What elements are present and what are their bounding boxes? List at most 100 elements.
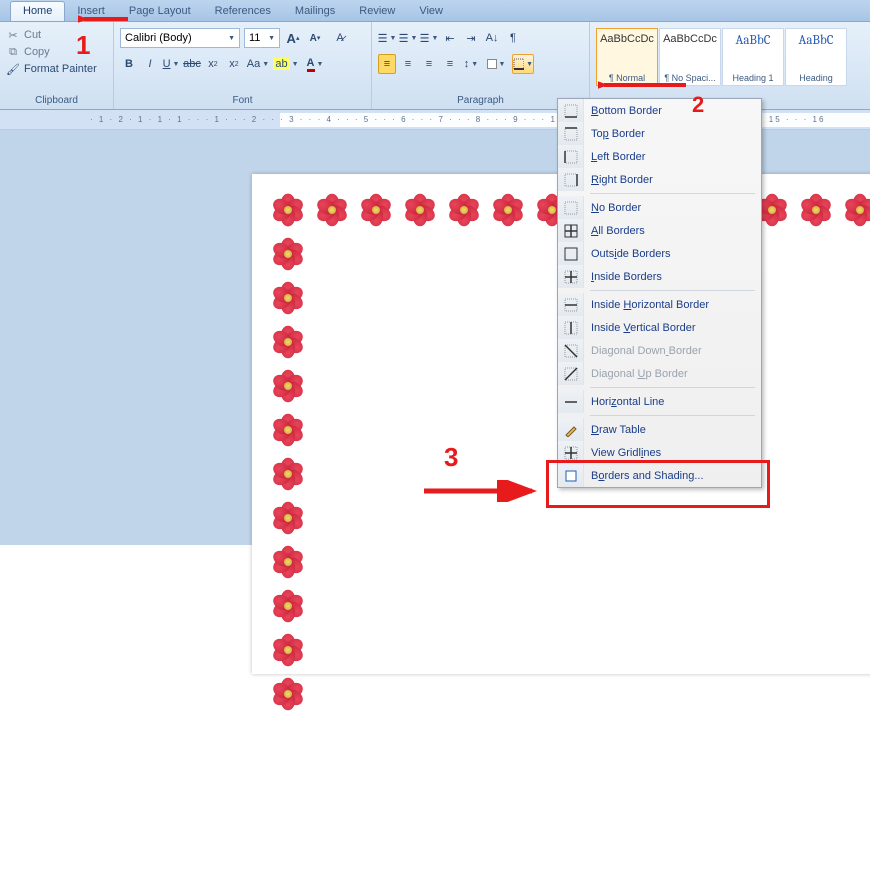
bold-button[interactable]: B <box>120 54 138 74</box>
justify-button[interactable]: ≡ <box>441 54 459 74</box>
annotation-arrow-3 <box>420 480 540 502</box>
page-border-left <box>266 188 310 874</box>
border-icon <box>558 418 584 441</box>
dd-label: View Gridlines <box>591 447 661 459</box>
dd-label: Bottom Border <box>591 105 662 117</box>
align-center-button[interactable]: ≡ <box>399 54 417 74</box>
format-painter-button[interactable]: 🖌 Format Painter <box>6 62 97 76</box>
border-icon <box>558 242 584 265</box>
decrease-indent-button[interactable]: ⇤ <box>441 28 459 48</box>
style-heading1[interactable]: AaBbC Heading 1 <box>722 28 784 86</box>
copy-icon: ⧉ <box>6 45 20 59</box>
dd-label: Left Border <box>591 151 645 163</box>
borders-button[interactable]: ▼ <box>512 54 534 74</box>
dd-lb[interactable]: Left Border <box>558 145 761 168</box>
highlight-button[interactable]: ab▼ <box>273 54 299 74</box>
dd-label: Draw Table <box>591 424 646 436</box>
flower-ornament <box>794 188 838 232</box>
copy-label: Copy <box>24 46 50 58</box>
border-icon <box>558 265 584 288</box>
dd-dub: Diagonal Up Border <box>558 362 761 385</box>
clear-formatting-button[interactable]: A̷ <box>328 28 352 48</box>
multilevel-button[interactable]: ☰▼ <box>420 28 438 48</box>
show-marks-button[interactable]: ¶ <box>504 28 522 48</box>
strike-button[interactable]: abc <box>183 54 201 74</box>
underline-button[interactable]: U▼ <box>162 54 180 74</box>
border-icon <box>558 219 584 242</box>
flower-ornament <box>310 188 354 232</box>
sort-button[interactable]: A↓ <box>483 28 501 48</box>
brush-icon: 🖌 <box>6 62 20 76</box>
dd-ddb: Diagonal Down Border <box>558 339 761 362</box>
style-preview: AaBbCcDc <box>663 33 717 45</box>
dd-bb[interactable]: Bottom Border <box>558 99 761 122</box>
dd-ihb[interactable]: Inside Horizontal Border <box>558 293 761 316</box>
flower-ornament <box>266 496 310 540</box>
font-name-value: Calibri (Body) <box>125 32 192 44</box>
font-color-button[interactable]: A▼ <box>302 54 328 74</box>
dd-nb[interactable]: No Border <box>558 196 761 219</box>
font-size-combo[interactable]: 11▼ <box>244 28 280 48</box>
annotation-arrow-2 <box>598 76 688 94</box>
flower-ornament <box>354 188 398 232</box>
flower-ornament <box>266 364 310 408</box>
bullets-button[interactable]: ☰▼ <box>378 28 396 48</box>
tab-mailings[interactable]: Mailings <box>283 2 347 21</box>
border-icon <box>558 122 584 145</box>
numbering-button[interactable]: ☰▼ <box>399 28 417 48</box>
dd-label: Diagonal Up Border <box>591 368 688 380</box>
flower-ornament <box>442 188 486 232</box>
chevron-down-icon: ▼ <box>526 61 533 68</box>
dd-label: Inside Vertical Border <box>591 322 696 334</box>
border-icon <box>558 293 584 316</box>
flower-ornament <box>266 540 310 584</box>
font-size-value: 11 <box>249 32 260 44</box>
tab-review[interactable]: Review <box>347 2 407 21</box>
dd-ab[interactable]: All Borders <box>558 219 761 242</box>
cut-button[interactable]: ✂ Cut <box>6 28 97 42</box>
shrink-font-button[interactable]: A▾ <box>306 28 324 48</box>
tab-view[interactable]: View <box>407 2 455 21</box>
tab-home[interactable]: Home <box>10 1 65 21</box>
dd-label: Right Border <box>591 174 653 186</box>
superscript-button[interactable]: x2 <box>225 54 243 74</box>
grow-font-button[interactable]: A▴ <box>284 28 302 48</box>
copy-button[interactable]: ⧉ Copy <box>6 45 97 59</box>
change-case-button[interactable]: Aa▼ <box>246 54 270 74</box>
align-right-button[interactable]: ≡ <box>420 54 438 74</box>
group-label: Font <box>120 93 365 109</box>
group-font: Calibri (Body)▼ 11▼ A▴ A▾ A̷ B I U▼ abc … <box>114 22 372 109</box>
subscript-button[interactable]: x2 <box>204 54 222 74</box>
shading-button[interactable]: ▼ <box>483 54 509 74</box>
dd-label: Diagonal Down Border <box>591 345 702 357</box>
dd-tb[interactable]: Top Border <box>558 122 761 145</box>
scissors-icon: ✂ <box>6 28 20 42</box>
dd-dt[interactable]: Draw Table <box>558 418 761 441</box>
group-label: Clipboard <box>6 93 107 109</box>
border-icon <box>558 99 584 122</box>
style-preview: AaBbCcDc <box>600 33 654 45</box>
border-icon <box>558 316 584 339</box>
dd-ob[interactable]: Outside Borders <box>558 242 761 265</box>
dd-label: Inside Borders <box>591 271 662 283</box>
tab-references[interactable]: References <box>203 2 283 21</box>
ribbon: ✂ Cut ⧉ Copy 🖌 Format Painter Clipboard … <box>0 22 870 110</box>
flower-ornament <box>266 584 310 628</box>
font-name-combo[interactable]: Calibri (Body) ▼ <box>120 28 240 48</box>
dd-label: Inside Horizontal Border <box>591 299 709 311</box>
align-left-button[interactable]: ≡ <box>378 54 396 74</box>
line-spacing-button[interactable]: ↕▼ <box>462 54 480 74</box>
style-preview: AaBbC <box>799 33 834 48</box>
dd-hl[interactable]: Horizontal Line <box>558 390 761 413</box>
dd-rb[interactable]: Right Border <box>558 168 761 191</box>
dd-ib[interactable]: Inside Borders <box>558 265 761 288</box>
dd-label: Top Border <box>591 128 645 140</box>
chevron-down-icon: ▼ <box>228 35 235 42</box>
flower-ornament <box>266 232 310 276</box>
flower-ornament <box>266 672 310 716</box>
italic-button[interactable]: I <box>141 54 159 74</box>
dd-ivb[interactable]: Inside Vertical Border <box>558 316 761 339</box>
style-heading[interactable]: AaBbC Heading <box>785 28 847 86</box>
increase-indent-button[interactable]: ⇥ <box>462 28 480 48</box>
style-name: Heading <box>799 73 833 83</box>
